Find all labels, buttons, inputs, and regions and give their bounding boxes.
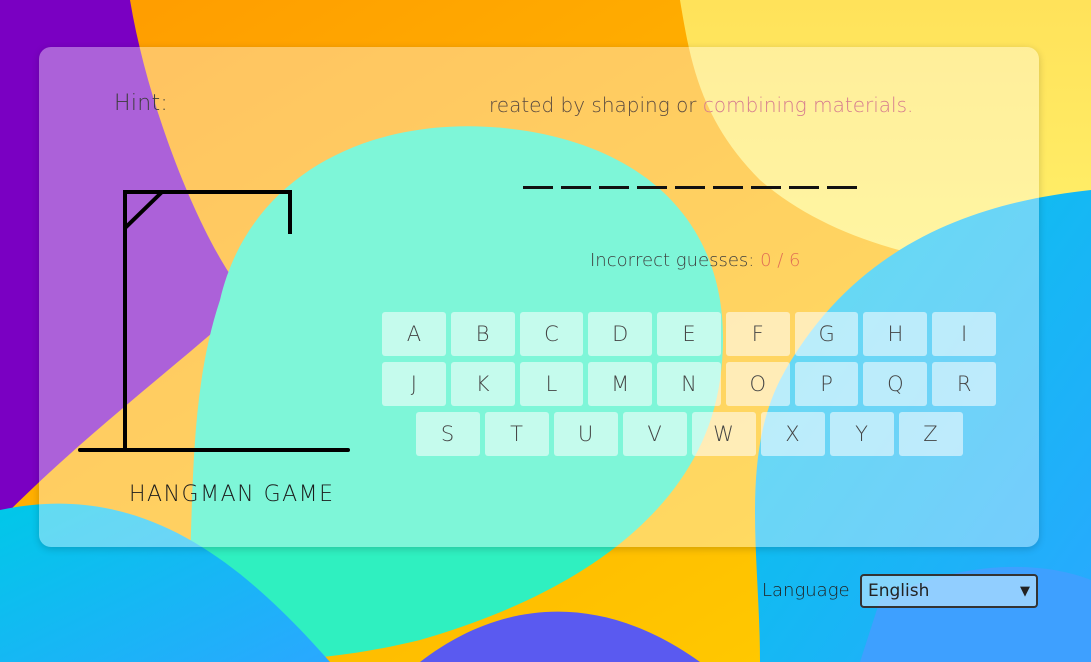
- keyboard-row: ABCDEFGHI: [382, 312, 997, 356]
- letter-key-j[interactable]: J: [382, 362, 446, 406]
- hint-text-main: reated by shaping or: [489, 93, 703, 117]
- hint-text: reated by shaping or combining materials…: [489, 93, 913, 117]
- letter-key-x[interactable]: X: [760, 412, 825, 456]
- letter-key-e[interactable]: E: [657, 312, 721, 356]
- letter-keyboard: ABCDEFGHI JKLMNOPQR STUVWXYZ: [382, 312, 997, 462]
- hint-label: Hint:: [114, 91, 169, 116]
- letter-key-k[interactable]: K: [450, 362, 515, 406]
- word-letter-slot: [675, 186, 705, 189]
- incorrect-guesses-label: Incorrect guesses:: [590, 250, 761, 271]
- letter-key-z[interactable]: Z: [898, 412, 963, 456]
- word-letter-slot: [599, 186, 629, 189]
- keyboard-row: STUVWXYZ: [382, 412, 996, 456]
- incorrect-guesses-count: 0 / 6: [760, 250, 801, 271]
- letter-key-i[interactable]: I: [932, 312, 997, 356]
- letter-key-q[interactable]: Q: [863, 362, 928, 406]
- letter-key-h[interactable]: H: [863, 312, 928, 356]
- word-slots: [523, 186, 857, 189]
- word-letter-slot: [523, 186, 553, 189]
- letter-key-y[interactable]: Y: [829, 412, 894, 456]
- word-letter-slot: [827, 186, 857, 189]
- hangman-gallows: [78, 190, 350, 452]
- letter-key-v[interactable]: V: [622, 412, 687, 456]
- chevron-down-icon: ▼: [1020, 583, 1030, 599]
- letter-key-f[interactable]: F: [725, 312, 790, 356]
- gallows-brace: [123, 190, 164, 230]
- letter-key-m[interactable]: M: [588, 362, 653, 406]
- letter-key-n[interactable]: N: [657, 362, 721, 406]
- letter-key-t[interactable]: T: [484, 412, 549, 456]
- keyboard-row: JKLMNOPQR: [382, 362, 997, 406]
- letter-key-u[interactable]: U: [553, 412, 618, 456]
- letter-key-p[interactable]: P: [794, 362, 859, 406]
- word-letter-slot: [713, 186, 743, 189]
- letter-key-r[interactable]: R: [932, 362, 997, 406]
- letter-key-w[interactable]: W: [691, 412, 756, 456]
- language-select[interactable]: English ▼: [860, 574, 1038, 608]
- letter-key-a[interactable]: A: [382, 312, 446, 356]
- letter-key-d[interactable]: D: [588, 312, 653, 356]
- word-letter-slot: [637, 186, 667, 189]
- letter-key-s[interactable]: S: [415, 412, 480, 456]
- game-title: HANGMAN GAME: [129, 482, 335, 507]
- language-label: Language: [762, 580, 850, 601]
- letter-key-b[interactable]: B: [450, 312, 515, 356]
- language-selected-value: English: [868, 581, 930, 601]
- letter-key-l[interactable]: L: [519, 362, 584, 406]
- incorrect-guesses: Incorrect guesses: 0 / 6: [590, 250, 800, 271]
- letter-key-g[interactable]: G: [794, 312, 859, 356]
- letter-key-o[interactable]: O: [725, 362, 790, 406]
- word-letter-slot: [751, 186, 781, 189]
- word-letter-slot: [789, 186, 819, 189]
- word-letter-slot: [561, 186, 591, 189]
- letter-key-c[interactable]: C: [519, 312, 584, 356]
- hint-text-faded: combining materials.: [702, 93, 914, 117]
